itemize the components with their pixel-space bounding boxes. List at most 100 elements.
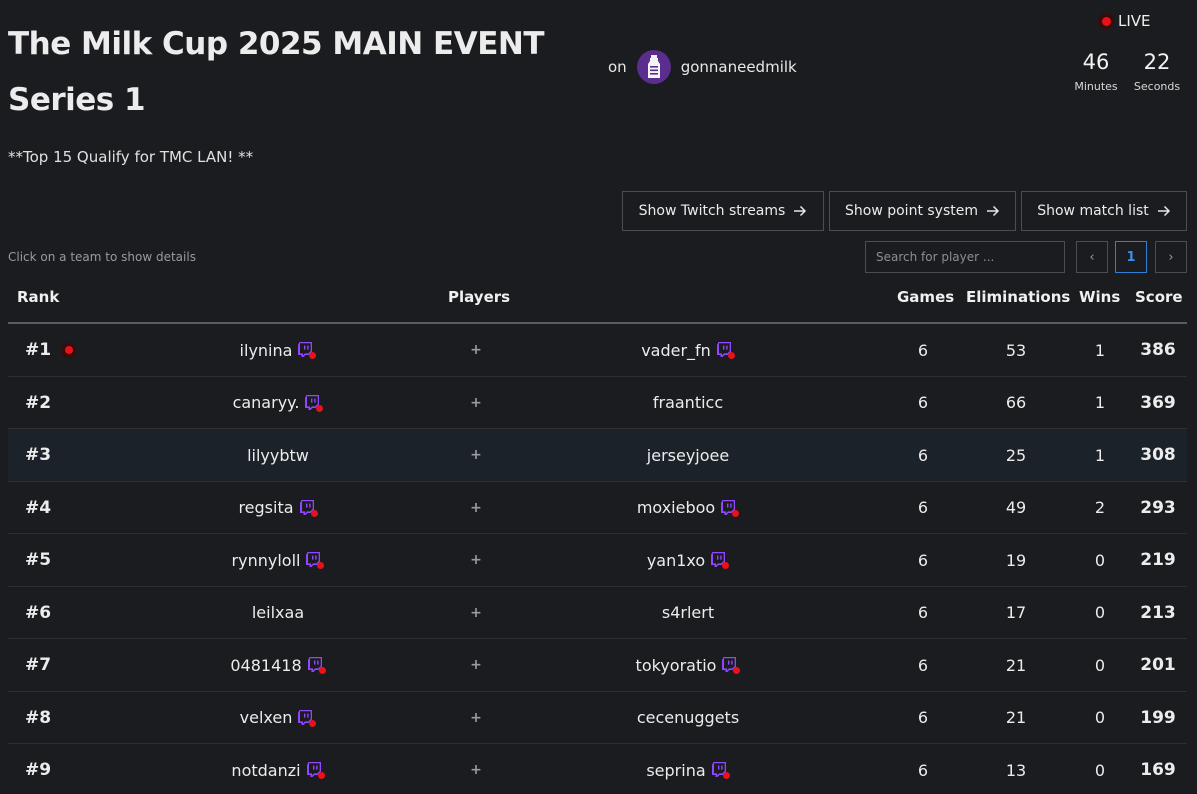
player-two-name[interactable]: yan1xo [647, 551, 705, 570]
rank-label: #3 [25, 445, 52, 465]
player-one: regsita [108, 482, 448, 534]
show-match-list-label: Show match list [1037, 203, 1149, 219]
live-dot-icon [733, 667, 741, 674]
twitch-live-icon[interactable] [721, 499, 740, 517]
player-one-name[interactable]: 0481418 [230, 656, 301, 675]
twitch-live-icon[interactable] [711, 761, 730, 779]
table-row[interactable]: #8 velxen + cecenuggets 6 21 0 199 [8, 692, 1187, 744]
eliminations-cell: 25 [1005, 445, 1027, 465]
live-dot-icon [309, 352, 317, 359]
table-row[interactable]: #7 0481418 + tokyoratio 6 21 0 201 [8, 639, 1187, 692]
pagination-page-1[interactable]: 1 [1115, 241, 1147, 273]
games-cell: 6 [917, 550, 929, 570]
player-one-name[interactable]: canaryy. [233, 393, 300, 412]
eliminations-cell: 21 [1005, 708, 1027, 727]
rank-label: #7 [25, 655, 52, 675]
team-rank: #5 [25, 534, 51, 586]
leaderboard-page: The Milk Cup 2025 MAIN EVENT Series 1 **… [0, 0, 1197, 794]
show-match-list-button[interactable]: Show match list [1021, 191, 1187, 231]
player-one-name[interactable]: lilyybtw [247, 446, 309, 465]
milk-bottle-icon[interactable] [636, 50, 671, 84]
player-one-name[interactable]: notdanzi [231, 761, 300, 780]
table-row[interactable]: #5 rynnyloll + yan1xo 6 19 0 219 [8, 534, 1187, 587]
timer-seconds: 22 Seconds [1130, 48, 1184, 93]
player-one: 0481418 [108, 639, 448, 691]
score-cell: 293 [1140, 497, 1176, 518]
twitch-live-icon[interactable] [306, 551, 325, 569]
header-score[interactable]: Score [1135, 288, 1183, 306]
plus-separator: + [470, 447, 482, 463]
arrow-right-icon [794, 205, 807, 217]
pagination-next-button[interactable]: › [1155, 241, 1187, 273]
pagination-prev-button[interactable]: ‹ [1076, 241, 1108, 273]
twitch-live-icon[interactable] [711, 551, 730, 569]
table-row[interactable]: #4 regsita + moxieboo 6 49 2 293 [8, 482, 1187, 534]
player-one-name[interactable]: rynnyloll [232, 551, 301, 570]
eliminations-cell: 19 [1005, 550, 1027, 570]
wins-cell: 0 [1094, 550, 1106, 570]
live-dot-icon [722, 772, 730, 779]
player-one: notdanzi [108, 744, 448, 794]
rank-label: #5 [25, 550, 52, 570]
twitch-live-icon[interactable] [307, 656, 326, 674]
click-hint: Click on a team to show details [8, 250, 196, 264]
live-dot-icon [1098, 13, 1114, 29]
games-cell: 6 [917, 445, 929, 465]
header-eliminations[interactable]: Eliminations [966, 288, 1070, 306]
host-name[interactable]: gonnaneedmilk [681, 58, 797, 76]
table-row[interactable]: #3 lilyybtw + jerseyjoee 6 25 1 308 [8, 429, 1187, 482]
plus-separator: + [470, 394, 482, 411]
wins-cell: 1 [1094, 393, 1106, 412]
player-one: canaryy. [108, 377, 448, 429]
games-cell: 6 [917, 655, 929, 675]
live-dot-icon [310, 509, 318, 517]
player-two-name[interactable]: moxieboo [637, 498, 715, 517]
table-row[interactable]: #2 canaryy. + fraanticc 6 66 1 369 [8, 377, 1187, 429]
header-rank[interactable]: Rank [17, 288, 59, 306]
table-row[interactable]: #9 notdanzi + seprina 6 13 0 169 [8, 744, 1187, 794]
player-two-name[interactable]: fraanticc [653, 393, 723, 412]
player-one: ilynina [108, 324, 448, 376]
score-cell: 169 [1140, 760, 1176, 780]
timer-seconds-label: Seconds [1133, 80, 1181, 93]
player-two-name[interactable]: cecenuggets [637, 708, 739, 727]
player-two-name[interactable]: seprina [646, 761, 705, 780]
twitch-live-icon[interactable] [298, 341, 317, 359]
live-indicator: LIVE [1098, 12, 1151, 30]
player-two: vader_fn [518, 324, 858, 376]
player-one-name[interactable]: velxen [240, 708, 293, 727]
wins-cell: 1 [1094, 340, 1106, 360]
table-row[interactable]: #1 ilynina + vader_fn 6 53 1 386 [8, 324, 1187, 377]
show-point-system-button[interactable]: Show point system [829, 191, 1016, 231]
player-one-name[interactable]: ilynina [240, 341, 293, 360]
twitch-live-icon[interactable] [722, 656, 741, 674]
live-dot-icon [732, 509, 740, 517]
player-two-name[interactable]: vader_fn [641, 341, 711, 360]
live-dot-icon [727, 352, 735, 359]
score-cell: 201 [1140, 655, 1176, 675]
plus-separator: + [470, 499, 482, 516]
player-search-input[interactable] [865, 241, 1065, 273]
score-cell: 199 [1140, 707, 1176, 728]
header-wins[interactable]: Wins [1079, 288, 1120, 306]
twitch-live-icon[interactable] [299, 499, 318, 517]
wins-cell: 0 [1094, 760, 1106, 780]
score-cell: 369 [1140, 392, 1176, 413]
twitch-live-icon[interactable] [306, 761, 325, 779]
twitch-live-icon[interactable] [298, 709, 317, 727]
table-row[interactable]: #6 leilxaa + s4rlert 6 17 0 213 [8, 587, 1187, 639]
team-rank: #4 [25, 482, 51, 534]
header-games[interactable]: Games [897, 288, 954, 306]
twitch-live-icon[interactable] [305, 394, 324, 412]
twitch-live-icon[interactable] [716, 341, 735, 359]
player-two-name[interactable]: s4rlert [662, 603, 714, 622]
player-one-name[interactable]: regsita [238, 498, 293, 517]
player-two-name[interactable]: jerseyjoee [647, 446, 729, 465]
show-point-system-label: Show point system [845, 203, 978, 219]
show-twitch-streams-button[interactable]: Show Twitch streams [622, 191, 824, 231]
player-one-name[interactable]: leilxaa [252, 603, 304, 622]
timer-minutes-value: 46 [1082, 50, 1110, 74]
eliminations-cell: 17 [1005, 603, 1027, 622]
live-dot-icon [317, 562, 325, 569]
player-two-name[interactable]: tokyoratio [636, 656, 717, 675]
